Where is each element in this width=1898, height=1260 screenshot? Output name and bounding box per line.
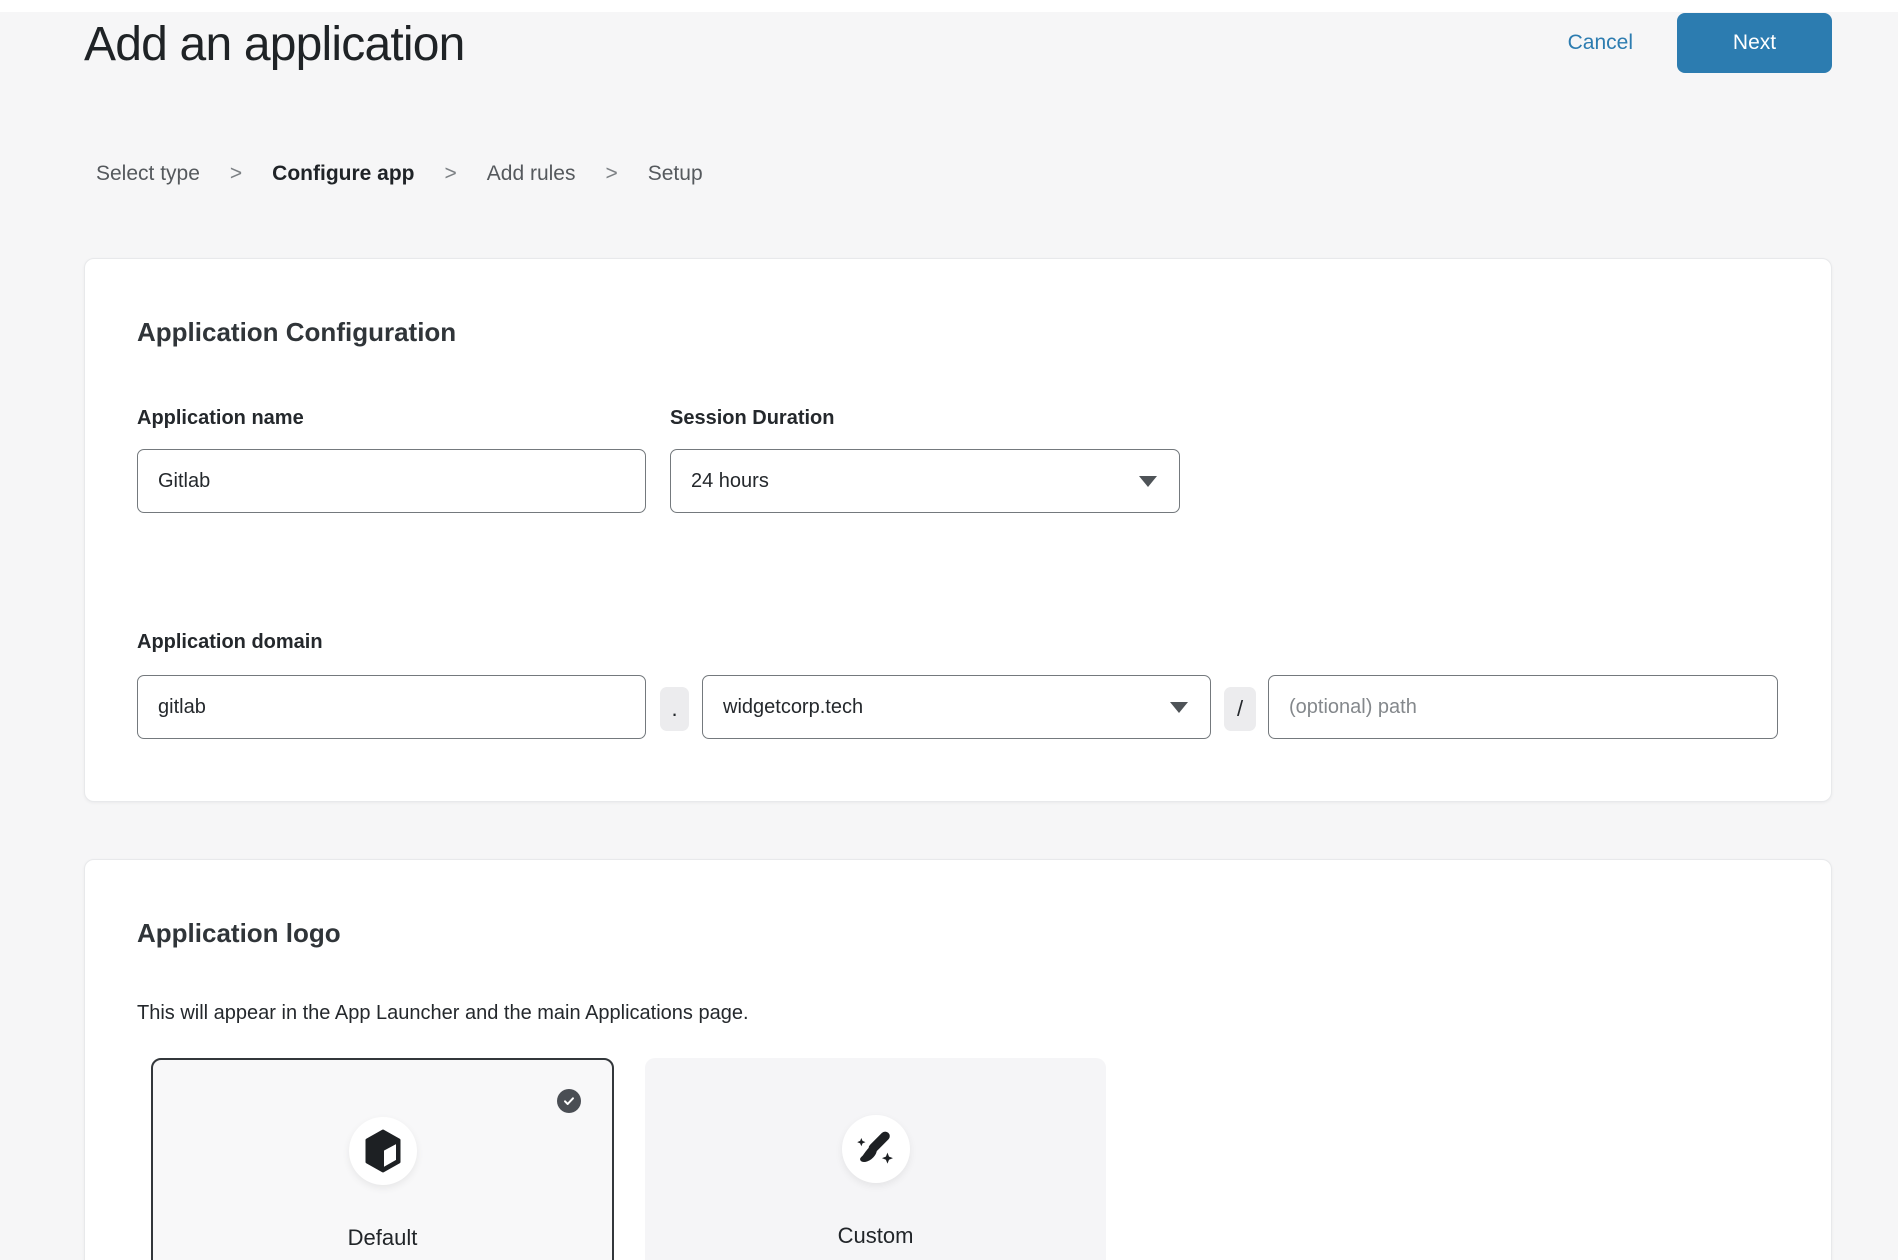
domain-select[interactable]: widgetcorp.tech [702, 675, 1211, 739]
logo-option-label: Custom [645, 1222, 1106, 1250]
header-actions: Cancel Next [1568, 13, 1832, 73]
breadcrumb-separator: > [230, 160, 242, 188]
application-logo-heading: Application logo [137, 916, 341, 950]
domain-dot-separator: . [660, 687, 689, 731]
selected-check-icon [557, 1089, 581, 1113]
breadcrumb-step-setup[interactable]: Setup [648, 160, 703, 188]
breadcrumb-separator: > [445, 160, 457, 188]
domain-value: widgetcorp.tech [723, 696, 863, 719]
default-logo-circle [349, 1117, 417, 1185]
application-configuration-heading: Application Configuration [137, 315, 456, 349]
cancel-button[interactable]: Cancel [1568, 31, 1633, 55]
custom-logo-circle [842, 1115, 910, 1183]
chevron-down-icon [1170, 702, 1188, 713]
application-logo-card: Application logo This will appear in the… [84, 859, 1832, 1260]
application-logo-description: This will appear in the App Launcher and… [137, 1000, 749, 1027]
breadcrumb-separator: > [605, 160, 617, 188]
logo-option-default[interactable]: Default [151, 1058, 614, 1260]
domain-slash-separator: / [1224, 687, 1256, 731]
breadcrumb: Select type > Configure app > Add rules … [96, 160, 703, 188]
next-button[interactable]: Next [1677, 13, 1832, 73]
session-duration-value: 24 hours [691, 470, 769, 493]
add-application-page: Add an application Cancel Next Select ty… [0, 0, 1898, 1260]
breadcrumb-step-select-type[interactable]: Select type [96, 160, 200, 188]
path-input[interactable] [1268, 675, 1778, 739]
subdomain-input[interactable] [137, 675, 646, 739]
top-strip [0, 0, 1898, 12]
page-title: Add an application [84, 16, 465, 74]
application-domain-label: Application domain [137, 629, 323, 655]
application-name-label: Application name [137, 405, 304, 431]
session-duration-select[interactable]: 24 hours [670, 449, 1180, 513]
logo-option-custom[interactable]: Custom [645, 1058, 1106, 1260]
application-configuration-card: Application Configuration Application na… [84, 258, 1832, 802]
logo-option-label: Default [153, 1224, 612, 1252]
cube-icon [364, 1129, 402, 1173]
breadcrumb-step-add-rules[interactable]: Add rules [487, 160, 576, 188]
paintbrush-icon [854, 1127, 898, 1171]
session-duration-label: Session Duration [670, 405, 834, 431]
breadcrumb-step-configure-app[interactable]: Configure app [272, 160, 414, 188]
chevron-down-icon [1139, 476, 1157, 487]
application-name-input[interactable] [137, 449, 646, 513]
